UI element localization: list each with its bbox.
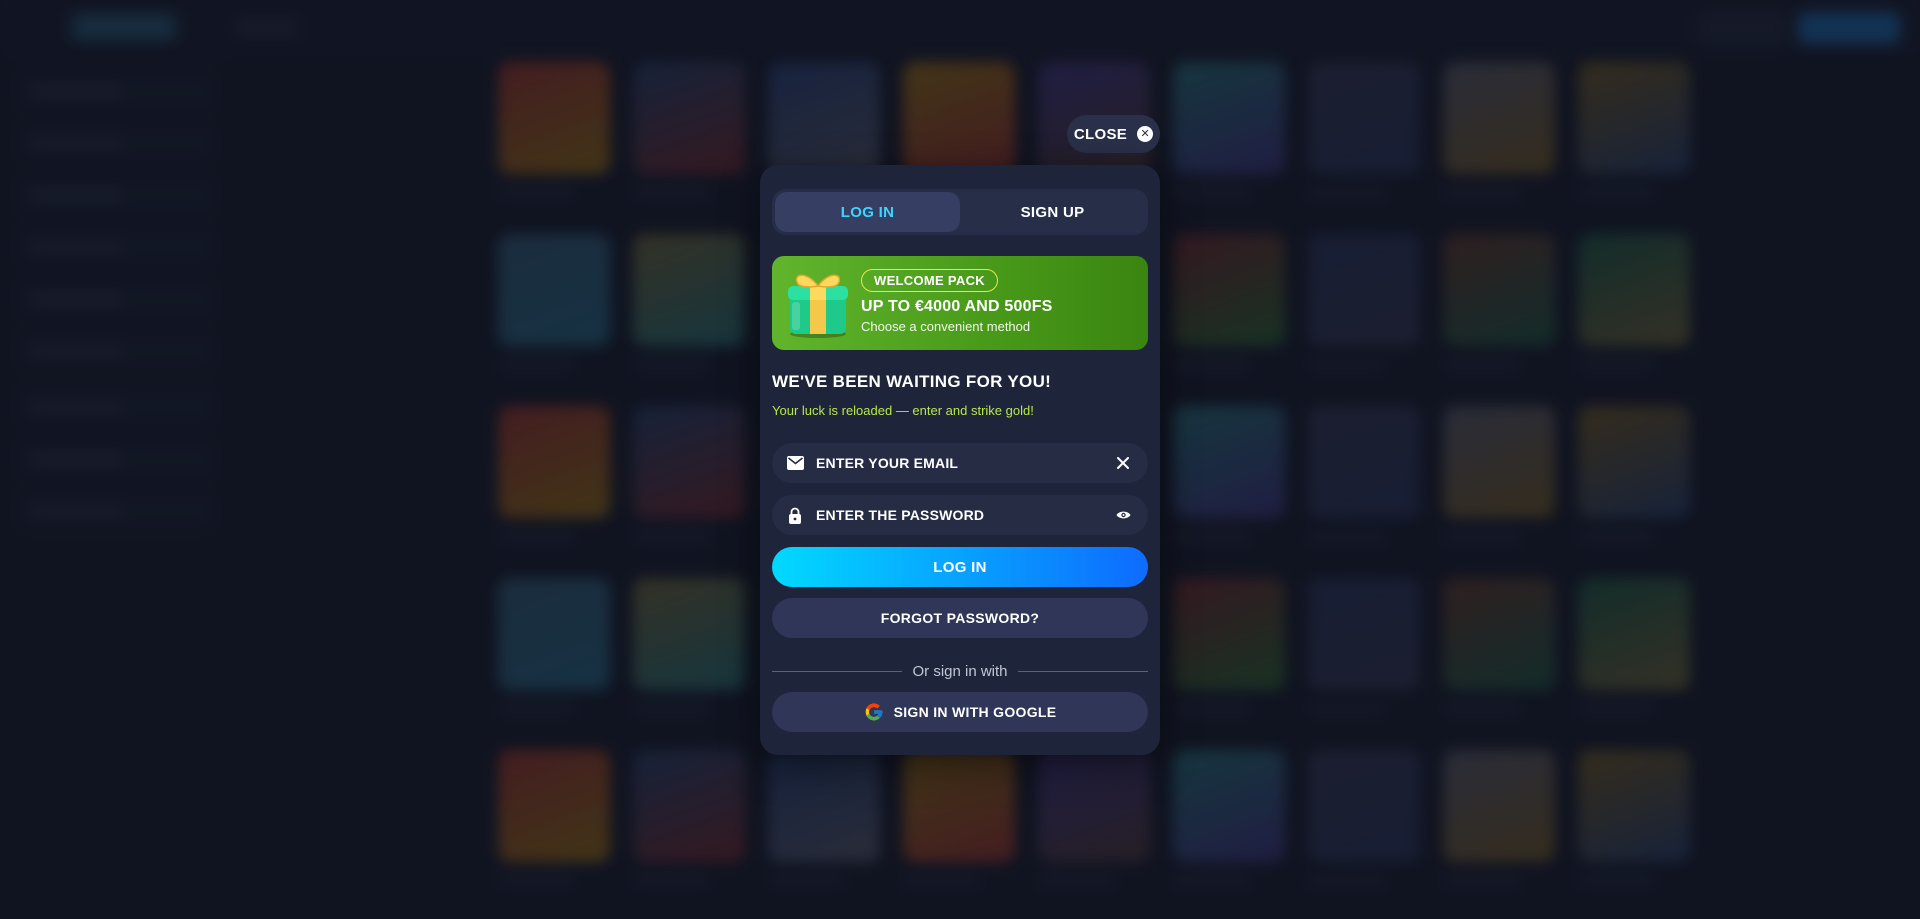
password-field[interactable] [772,495,1148,535]
welcome-pack-banner[interactable]: WELCOME PACK UP TO €4000 AND 500FS Choos… [772,256,1148,350]
divider-line [772,670,903,672]
close-button[interactable]: CLOSE ✕ [1067,115,1160,153]
gift-icon [788,274,848,338]
promo-badge: WELCOME PACK [861,269,998,292]
google-icon [865,703,882,721]
password-input[interactable] [816,507,1114,523]
tab-sign-up[interactable]: SIGN UP [960,192,1145,232]
promo-title: UP TO €4000 AND 500FS [861,298,1053,315]
divider-text: Or sign in with [912,662,1008,680]
form-subheading: Your luck is reloaded — enter and strike… [772,403,1034,418]
auth-tabs: LOG IN SIGN UP [772,189,1148,235]
sign-in-with-google-button[interactable]: SIGN IN WITH GOOGLE [772,692,1148,732]
tab-log-in[interactable]: LOG IN [775,192,960,232]
promo-subtitle: Choose a convenient method [861,319,1031,334]
lock-icon [786,506,804,524]
or-sign-in-divider: Or sign in with [772,661,1149,681]
close-label: CLOSE [1073,125,1128,143]
divider-line [1017,670,1149,672]
envelope-icon [786,454,804,472]
clear-x-icon[interactable] [1114,454,1132,472]
login-modal: LOG IN SIGN UP WELCOME PACK UP TO €4000 … [760,165,1160,755]
form-heading: WE'VE BEEN WAITING FOR YOU! [772,372,1052,391]
eye-icon[interactable] [1114,506,1132,524]
google-button-label: SIGN IN WITH GOOGLE [893,704,1057,720]
log-in-button[interactable]: LOG IN [772,547,1148,587]
email-field[interactable] [772,443,1148,483]
forgot-password-button[interactable]: FORGOT PASSWORD? [772,598,1148,638]
email-input[interactable] [816,455,1114,471]
close-icon: ✕ [1137,126,1154,142]
